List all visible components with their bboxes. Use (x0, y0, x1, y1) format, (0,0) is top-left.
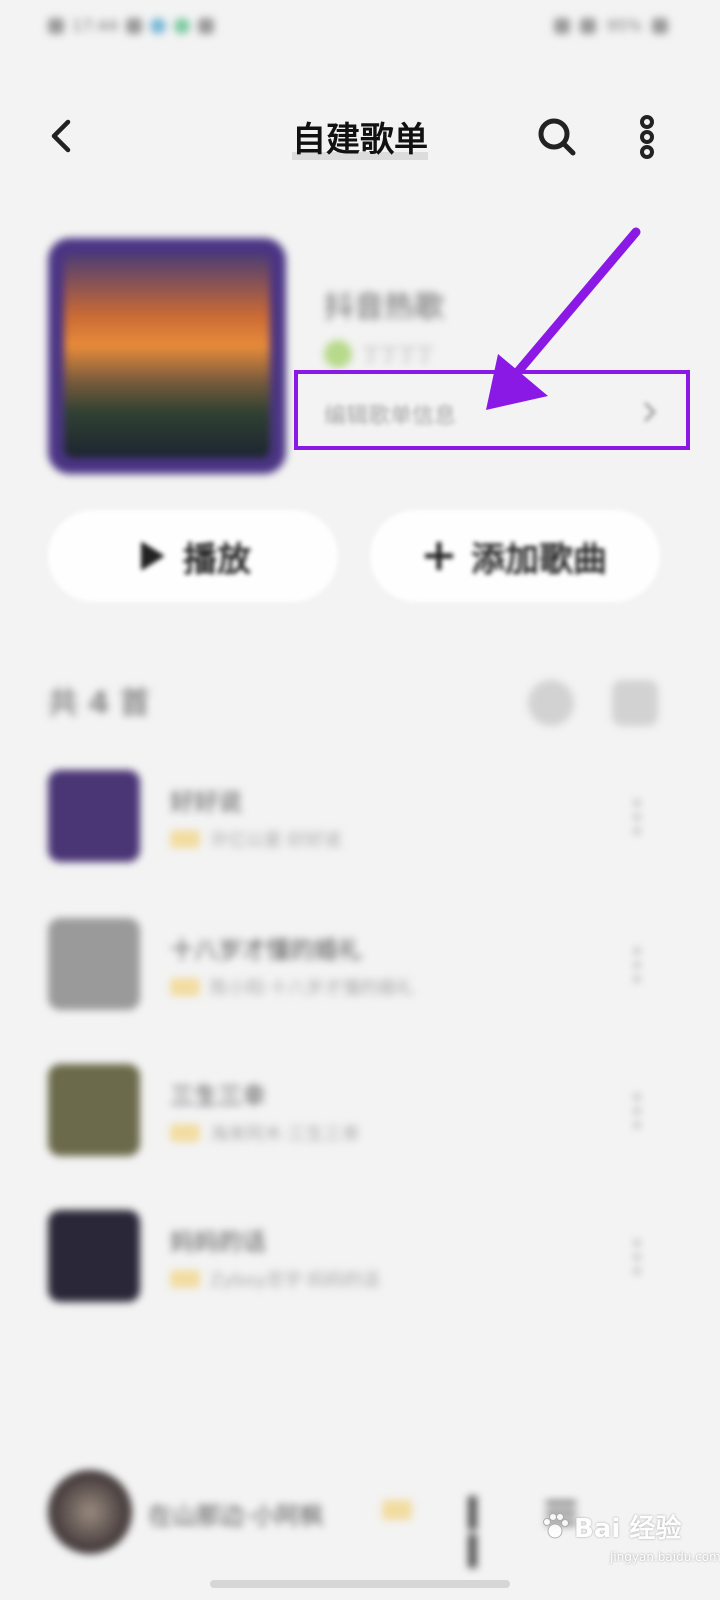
song-thumbnail (48, 1210, 140, 1302)
play-button[interactable]: 播放 (48, 510, 338, 602)
watermark: Bai 经验 (540, 1508, 681, 1545)
app-icon (126, 17, 143, 34)
song-title: 三生三幸 (170, 1082, 266, 1110)
song-thumbnail (48, 1064, 140, 1156)
song-more-icon[interactable] (632, 1094, 642, 1130)
quality-badge (170, 1270, 200, 1288)
song-artist: 陈小阳·十八岁才懂的婚礼 (210, 978, 414, 999)
quality-badge (382, 1500, 412, 1520)
status-left: 17:44 (48, 16, 215, 35)
top-nav: 自建歌单 (0, 100, 720, 176)
download-icon[interactable] (528, 680, 574, 726)
song-artist: 海来阿木·三生三幸 (210, 1124, 360, 1145)
notification-icon (48, 17, 64, 34)
song-subtitle: Zyboy忠宇·妈妈的话 (170, 1266, 380, 1292)
add-songs-button[interactable]: 添加歌曲 (370, 510, 660, 602)
now-playing-title: 在山那边·小阿枫 (148, 1502, 324, 1530)
status-bar: 17:44 95% (0, 0, 720, 56)
song-more-icon[interactable] (632, 800, 642, 836)
song-title: 好好说 (170, 788, 242, 816)
signal-icon (554, 17, 571, 34)
song-subtitle: 海来阿木·三生三幸 (170, 1120, 360, 1146)
creator-avatar (324, 340, 352, 368)
paw-logo-icon (543, 1512, 569, 1538)
battery-icon (652, 17, 668, 34)
song-subtitle: 陈小阳·十八岁才懂的婚礼 (170, 974, 414, 1000)
edit-info-label: 编辑歌单信息 (324, 404, 457, 429)
search-icon[interactable] (534, 114, 580, 160)
app-icon (150, 17, 167, 34)
song-more-icon[interactable] (632, 948, 642, 984)
annotation-arrow (486, 227, 641, 410)
playlist-meta: 丁丁丁丁 (324, 340, 434, 368)
gesture-bar (210, 1580, 510, 1588)
song-subtitle: 许亿以星·好好说 (170, 826, 342, 852)
song-more-icon[interactable] (632, 1240, 642, 1276)
song-count: 共 4 首 (48, 686, 150, 721)
now-playing-cover[interactable] (48, 1470, 132, 1554)
page-title: 自建歌单 (292, 120, 428, 160)
app-icon (198, 17, 215, 34)
app-icon (174, 17, 191, 34)
cover-art (64, 254, 270, 458)
song-artist: 许亿以星·好好说 (210, 830, 342, 851)
playlist-title: 抖音热歌 (324, 290, 444, 325)
list-item[interactable]: 三生三幸 海来阿木·三生三幸 (48, 1064, 672, 1160)
list-item[interactable]: 妈妈的话 Zyboy忠宇·妈妈的话 (48, 1210, 672, 1306)
status-time: 17:44 (72, 16, 119, 35)
list-item[interactable]: 十八岁才懂的婚礼 陈小阳·十八岁才懂的婚礼 (48, 918, 672, 1014)
multi-select-icon[interactable] (612, 680, 658, 726)
plus-icon (425, 542, 453, 570)
more-options-icon[interactable] (624, 114, 670, 160)
quality-badge (170, 978, 200, 996)
wifi-icon (580, 17, 597, 34)
creator-name: 丁丁丁丁 (362, 345, 434, 366)
battery-level: 95% (606, 16, 642, 35)
quality-badge (170, 1124, 200, 1142)
pause-icon[interactable] (468, 1496, 496, 1568)
watermark-url: jingyan.baidu.com (610, 1550, 720, 1564)
add-songs-label: 添加歌曲 (471, 539, 607, 580)
watermark-brand: Bai 经验 (574, 1514, 682, 1544)
play-icon (141, 542, 164, 570)
status-right: 95% (554, 16, 668, 35)
song-artist: Zyboy忠宇·妈妈的话 (210, 1270, 380, 1291)
song-thumbnail (48, 770, 140, 862)
song-title: 十八岁才懂的婚礼 (170, 936, 362, 964)
song-title: 妈妈的话 (170, 1228, 266, 1256)
list-item[interactable]: 好好说 许亿以星·好好说 (48, 770, 672, 866)
play-button-label: 播放 (183, 539, 251, 580)
playlist-cover[interactable] (48, 238, 286, 474)
quality-badge (170, 830, 200, 848)
song-thumbnail (48, 918, 140, 1010)
